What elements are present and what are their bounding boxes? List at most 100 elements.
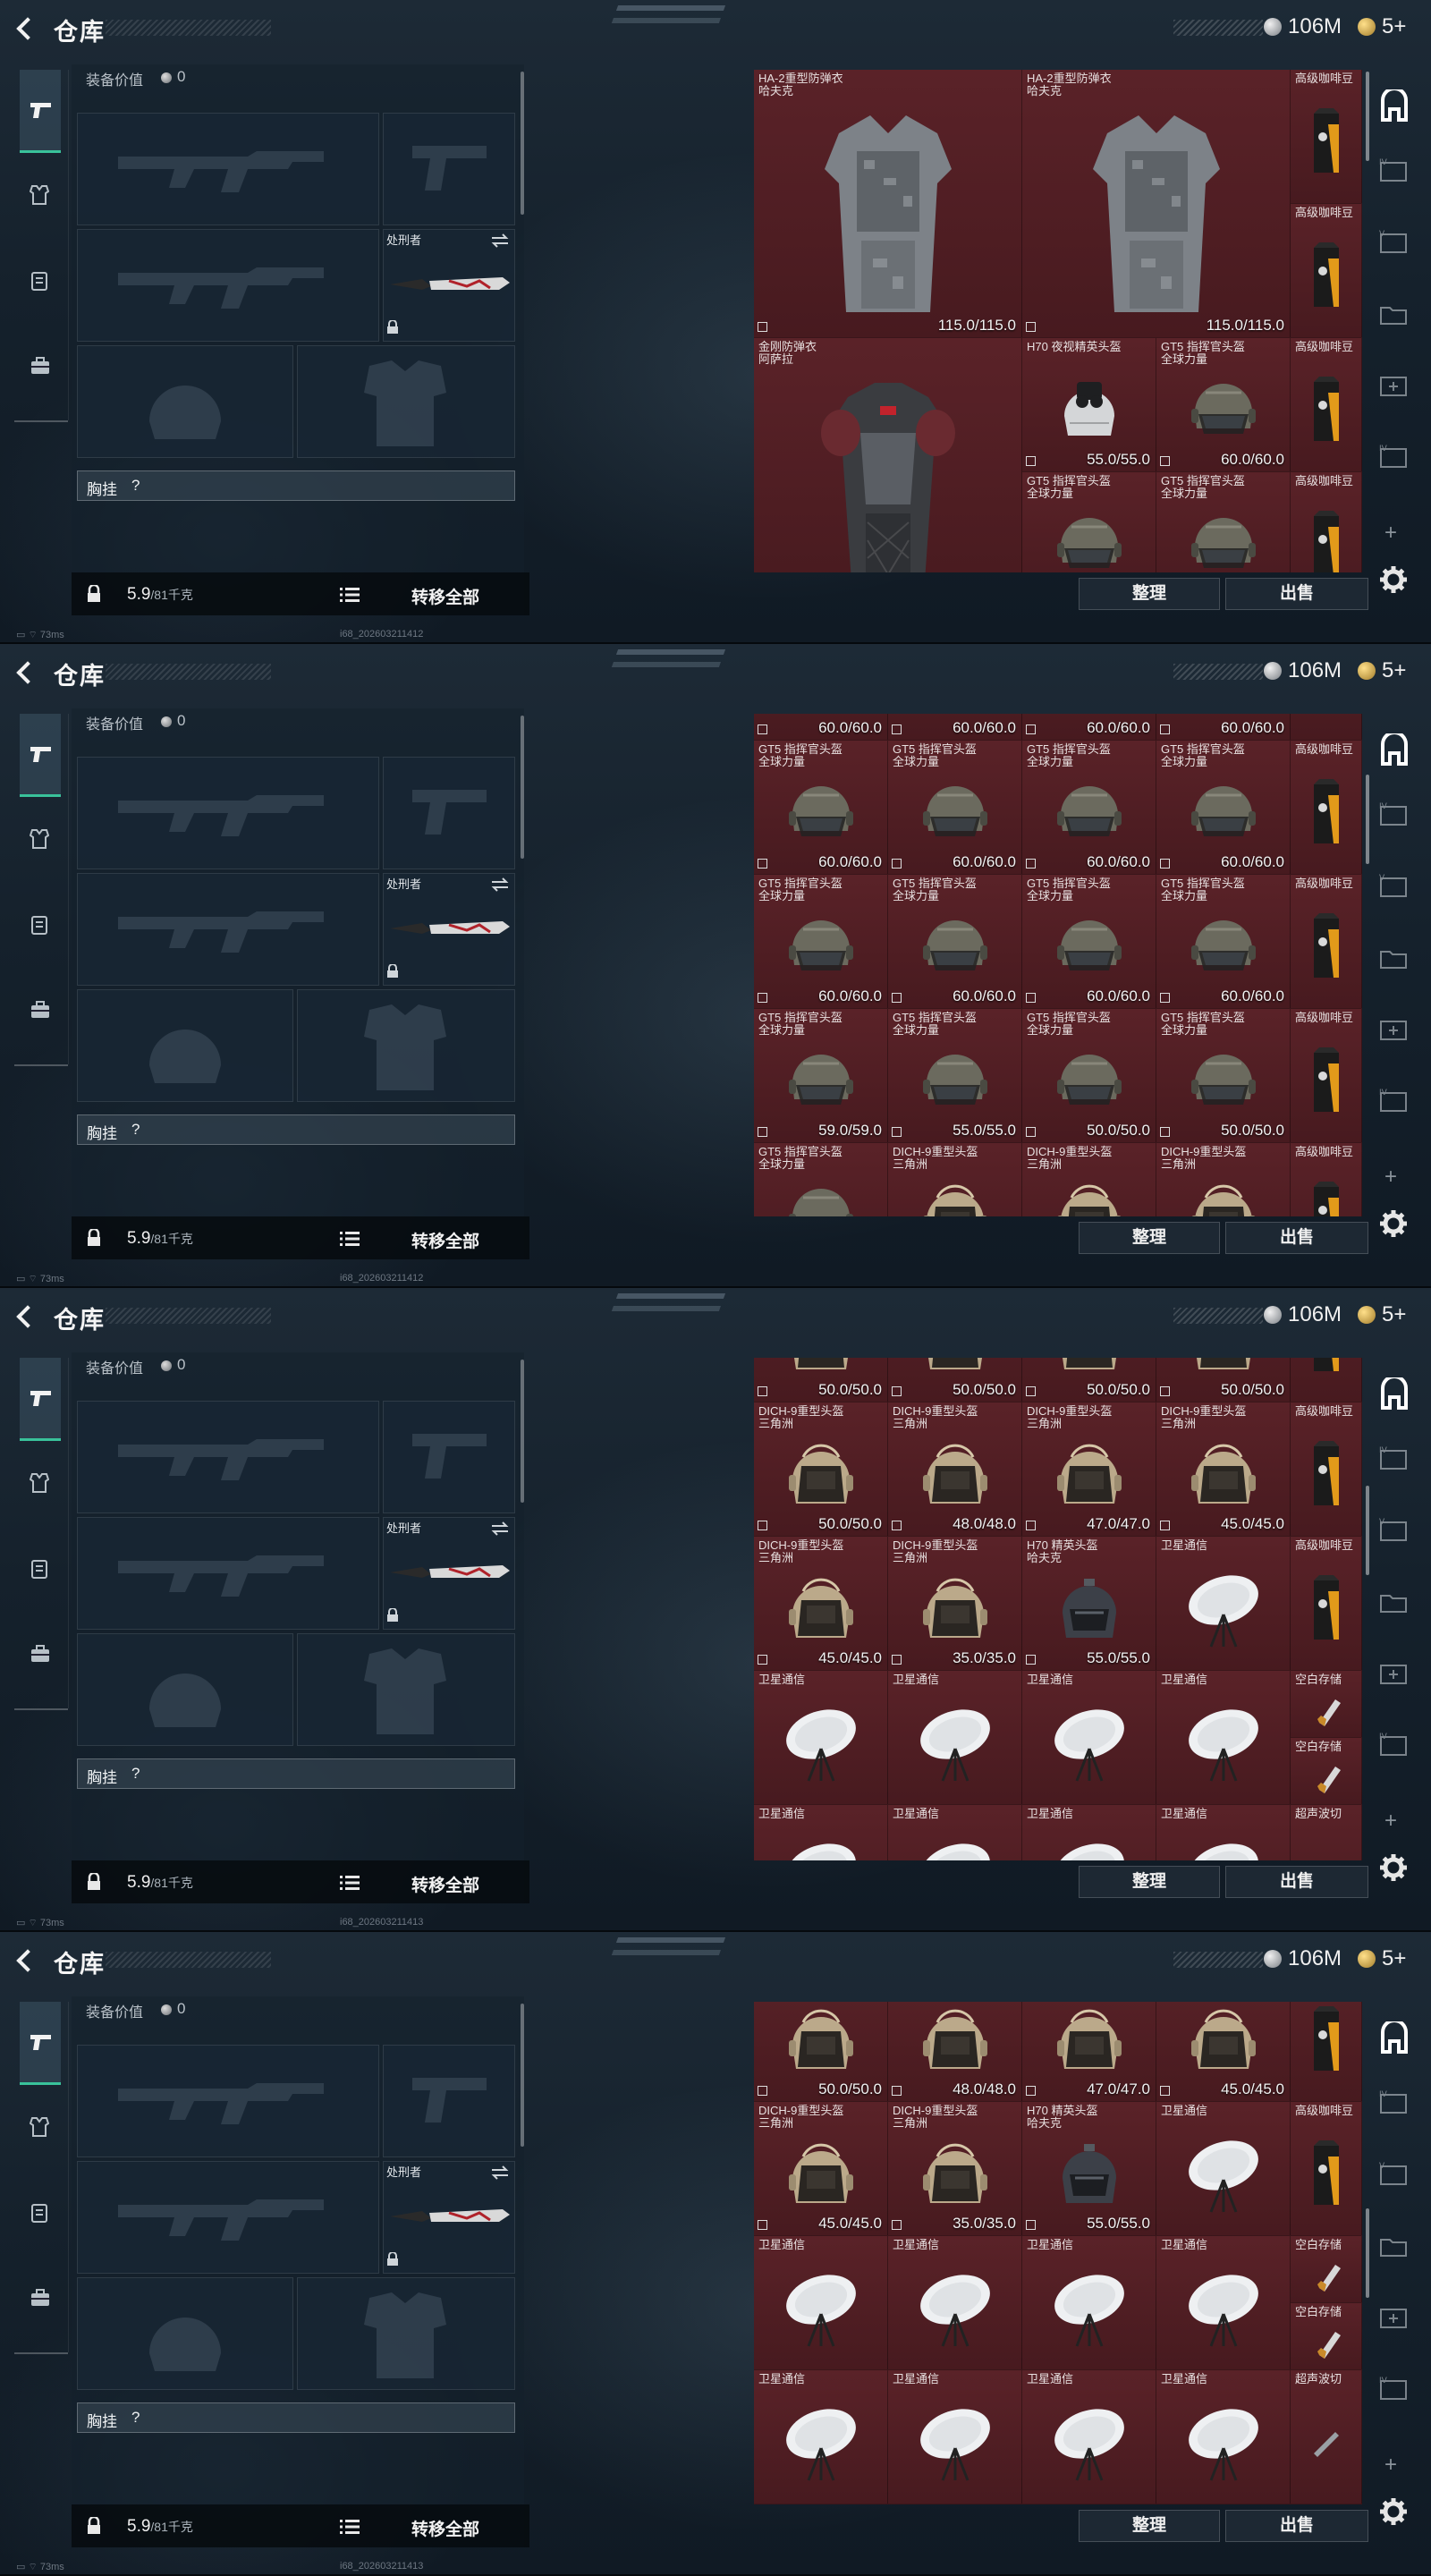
inventory-item[interactable]: DICH-9重型头盔 三角洲50.0/50.0 [754, 1358, 888, 1402]
chest-rig-bar[interactable]: 胸挂 ? [77, 470, 515, 501]
chest-rig-bar[interactable]: 胸挂 ? [77, 2402, 515, 2433]
settings-gear-icon[interactable] [1377, 2496, 1410, 2528]
inventory-item[interactable]: 卫星通信 [754, 1671, 888, 1805]
inventory-item[interactable]: GT5 指挥官头盔 全球力量60.0/60.0 [1156, 741, 1291, 875]
inventory-item[interactable]: GT5 指挥官头盔 全球力量60.0/60.0 [754, 714, 888, 741]
helmet-slot[interactable] [77, 2277, 293, 2390]
primary-weapon-slot[interactable] [77, 1401, 379, 1513]
inventory-item[interactable]: 高级咖啡豆 [1291, 1009, 1362, 1143]
sort-button[interactable]: 整理 [1079, 2510, 1220, 2542]
inventory-scrollbar[interactable] [1366, 2207, 1369, 2298]
tab-backpack[interactable] [20, 331, 61, 402]
storage-page-5-icon[interactable]: V [1377, 229, 1411, 258]
inventory-item[interactable]: GT5 指挥官头盔 全球力量50.0/50.0 [754, 1143, 888, 1216]
transfer-all-button[interactable]: 转移全部 [411, 2516, 479, 2540]
chest-rig-bar[interactable]: 胸挂 ? [77, 1114, 515, 1145]
inventory-item[interactable]: 卫星通信 [888, 2236, 1022, 2370]
safe-box-icon[interactable] [1377, 1377, 1411, 1413]
gold-amount[interactable]: 5+ [1382, 1946, 1406, 1971]
inventory-item[interactable]: DICH-9重型头盔 三角洲48.0/48.0 [888, 2002, 1022, 2102]
sell-button[interactable]: 出售 [1225, 1866, 1368, 1898]
armor-slot[interactable] [297, 1633, 515, 1746]
gold-amount[interactable]: 5+ [1382, 1302, 1406, 1327]
inventory-scrollbar[interactable] [1366, 1485, 1369, 1575]
safe-box-icon[interactable] [1377, 89, 1411, 125]
storage-page-4-icon[interactable]: IV [1377, 801, 1411, 830]
inventory-item[interactable]: DICH-9重型头盔 三角洲 45.0/45.0 [1156, 1402, 1291, 1537]
storage-page-5-icon[interactable]: V [1377, 873, 1411, 902]
inventory-item[interactable]: DICH-9重型头盔 三角洲47.0/47.0 [1022, 1402, 1156, 1537]
tab-rig[interactable] [20, 889, 61, 961]
silver-amount[interactable]: 106M [1288, 658, 1342, 683]
swap-icon[interactable] [490, 1521, 510, 1537]
sort-button[interactable]: 整理 [1079, 578, 1220, 610]
inventory-item[interactable]: DICH-9重型头盔 三角洲47.0/47.0 [1022, 2002, 1156, 2102]
inventory-item[interactable]: 卫星通信 [1156, 1671, 1291, 1805]
tab-rig[interactable] [20, 245, 61, 317]
inventory-item[interactable]: 卫星通信 [1156, 1805, 1291, 1860]
armor-slot[interactable] [297, 989, 515, 1102]
tab-backpack[interactable] [20, 1619, 61, 1690]
sidearm-slot[interactable] [383, 757, 515, 869]
armor-slot[interactable] [297, 2277, 515, 2390]
help-icon[interactable]: ? [131, 2409, 140, 2427]
storage-page-2-icon[interactable]: IV [1377, 1732, 1411, 1760]
tab-rig[interactable] [20, 2177, 61, 2249]
add-storage-icon[interactable]: + [1384, 521, 1397, 546]
inventory-item[interactable]: H70 夜视精英头盔 55.0/55.0 [1022, 338, 1156, 472]
inventory-item[interactable]: 卫星通信 [1156, 1537, 1291, 1671]
tab-weapons[interactable] [20, 70, 61, 153]
tab-backpack[interactable] [20, 2263, 61, 2334]
inventory-scrollbar[interactable] [1366, 72, 1369, 161]
inventory-item[interactable]: 超声波切 [1291, 1805, 1362, 1860]
secondary-weapon-slot[interactable] [77, 2161, 379, 2274]
inventory-item[interactable]: GT5 指挥官头盔 全球力量60.0/60.0 [1022, 714, 1156, 741]
inventory-item[interactable]: DICH-9重型头盔 三角洲50.0/50.0 [888, 1358, 1022, 1402]
sell-button[interactable]: 出售 [1225, 578, 1368, 610]
inventory-item[interactable]: 卫星通信 [1022, 2370, 1156, 2504]
inventory-item[interactable]: 卫星通信 [1022, 1805, 1156, 1860]
inventory-item[interactable]: 卫星通信 [888, 2370, 1022, 2504]
list-icon[interactable] [340, 1231, 360, 1247]
inventory-item[interactable]: GT5 指挥官头盔 全球力量 59.0/59.0 [754, 1009, 888, 1143]
sell-button[interactable]: 出售 [1225, 1222, 1368, 1254]
inventory-grid[interactable]: HA-2重型防弹衣 哈夫克115.0/115.0HA-2重型防弹衣 哈夫克115… [754, 1358, 1362, 1860]
tab-armor[interactable] [20, 159, 61, 231]
back-arrow-icon[interactable] [13, 16, 36, 39]
help-icon[interactable]: ? [131, 1121, 140, 1139]
inventory-item[interactable]: 卫星通信 [754, 2236, 888, 2370]
secondary-weapon-slot[interactable] [77, 1517, 379, 1630]
inventory-item[interactable]: 空白存储 [1291, 2236, 1362, 2303]
inventory-item[interactable]: 高级咖啡豆 [1291, 1537, 1362, 1671]
settings-gear-icon[interactable] [1377, 1852, 1410, 1884]
inventory-item[interactable]: 高级咖啡豆 [1291, 204, 1362, 338]
sidearm-slot[interactable] [383, 113, 515, 225]
add-storage-icon[interactable]: + [1384, 1809, 1397, 1834]
inventory-item[interactable]: 卫星通信 [1156, 2236, 1291, 2370]
lock-icon[interactable] [86, 1229, 102, 1247]
inventory-item[interactable]: GT5 指挥官头盔 全球力量60.0/60.0 [1156, 714, 1291, 741]
inventory-item[interactable]: H70 精英头盔 哈夫克 55.0/55.0 [1022, 2102, 1156, 2236]
gold-amount[interactable]: 5+ [1382, 658, 1406, 683]
inventory-item[interactable]: GT5 指挥官头盔 全球力量60.0/60.0 [1022, 472, 1156, 572]
silver-amount[interactable]: 106M [1288, 14, 1342, 39]
inventory-item[interactable]: DICH-9重型头盔 三角洲48.0/48.0 [888, 1402, 1022, 1537]
inventory-item[interactable]: GT5 指挥官头盔 全球力量60.0/60.0 [754, 875, 888, 1009]
inventory-item[interactable]: 高级咖啡豆 [1291, 875, 1362, 1009]
storage-page-2-icon[interactable]: IV [1377, 1088, 1411, 1116]
inventory-item[interactable]: GT5 指挥官头盔 全球力量60.0/60.0 [1022, 741, 1156, 875]
sidearm-slot[interactable] [383, 2045, 515, 2157]
inventory-item[interactable]: DICH-9重型头盔 三角洲50.0/50.0 [1022, 1143, 1156, 1216]
inventory-item[interactable]: GT5 指挥官头盔 全球力量60.0/60.0 [1022, 875, 1156, 1009]
inventory-item[interactable]: GT5 指挥官头盔 全球力量50.0/50.0 [1156, 1009, 1291, 1143]
inventory-item[interactable]: 高级咖啡豆 [1291, 472, 1362, 572]
inventory-item[interactable]: GT5 指挥官头盔 全球力量60.0/60.0 [754, 741, 888, 875]
inventory-item[interactable]: DICH-9重型头盔 三角洲 45.0/45.0 [754, 2102, 888, 2236]
tab-armor[interactable] [20, 803, 61, 875]
add-storage-icon[interactable]: + [1384, 1165, 1397, 1190]
inventory-item[interactable]: 卫星通信 [1156, 2370, 1291, 2504]
inventory-item[interactable]: GT5 指挥官头盔 全球力量60.0/60.0 [888, 714, 1022, 741]
inventory-item[interactable]: GT5 指挥官头盔 全球力量60.0/60.0 [1156, 472, 1291, 572]
inventory-item[interactable]: 金刚防弹衣 阿萨拉140.0/140.0 [754, 338, 1022, 572]
inventory-item[interactable]: 高级咖啡豆 [1291, 1358, 1362, 1402]
